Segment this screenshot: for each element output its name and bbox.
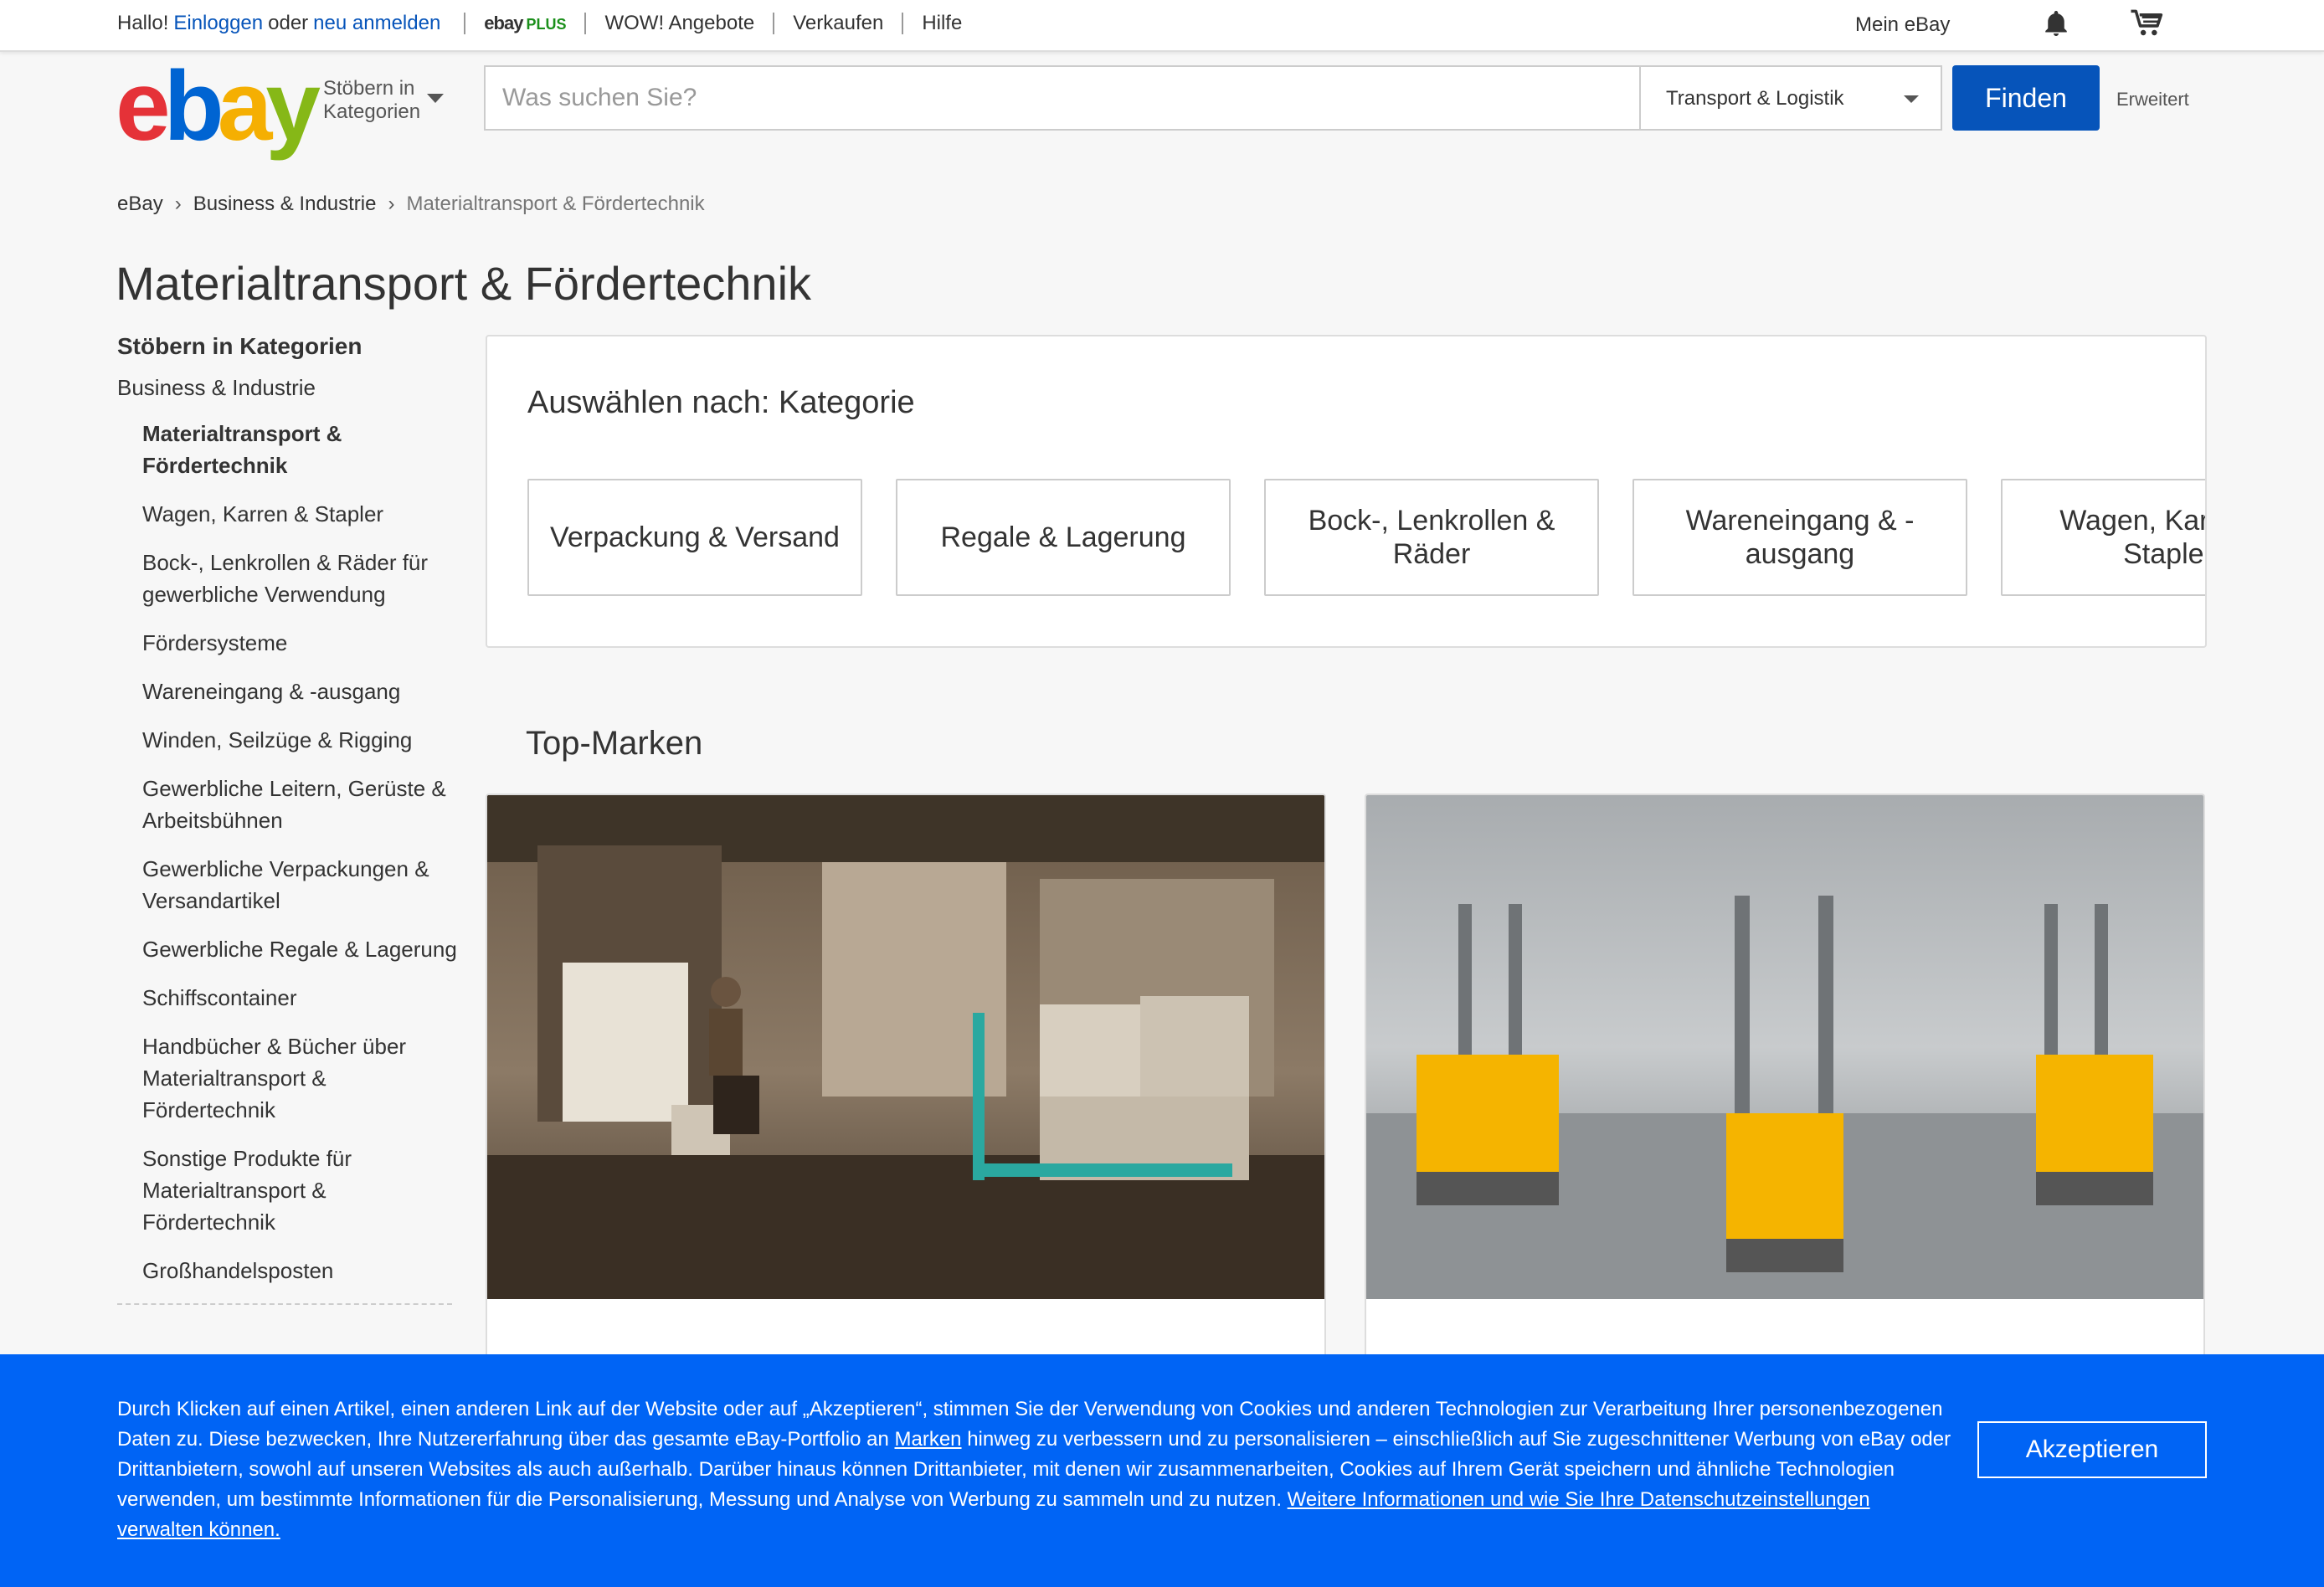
header: ebay Stöbern in Kategorien Transport & L… bbox=[0, 52, 2324, 156]
logo-letter-a: a bbox=[217, 51, 273, 162]
sidebar-divider bbox=[117, 1303, 452, 1305]
category-tile-regale[interactable]: Regale & Lagerung bbox=[896, 479, 1231, 596]
category-tile-wareneingang[interactable]: Wareneingang & -ausgang bbox=[1632, 479, 1967, 596]
sidebar-item-lenkrollen[interactable]: Bock-, Lenkrollen & Räder für gewerblich… bbox=[142, 547, 460, 610]
sidebar-list: Materialtransport & Fördertechnik Wagen,… bbox=[117, 418, 460, 1287]
category-select-value: Transport & Logistik bbox=[1666, 87, 1844, 110]
brand-card-ameise[interactable] bbox=[486, 794, 1326, 1430]
bell-icon[interactable] bbox=[2041, 8, 2071, 39]
search-input[interactable] bbox=[486, 67, 1639, 129]
sidebar-item-grosshandel[interactable]: Großhandelsposten bbox=[142, 1255, 460, 1287]
logo-letter-e: e bbox=[116, 51, 171, 162]
chevron-right-icon: › bbox=[174, 193, 182, 215]
breadcrumb: eBay › Business & Industrie › Materialtr… bbox=[117, 193, 705, 216]
breadcrumb-current: Materialtransport & Fördertechnik bbox=[406, 193, 705, 215]
ebay-plus-brand: ebay bbox=[484, 13, 523, 33]
sidebar-item-sonstige[interactable]: Sonstige Produkte für Materialtransport … bbox=[142, 1143, 460, 1238]
deals-link[interactable]: WOW! Angebote bbox=[604, 12, 754, 35]
find-button[interactable]: Finden bbox=[1952, 65, 2100, 131]
greeting: Hallo! bbox=[117, 12, 169, 34]
separator bbox=[773, 13, 775, 34]
top-bar-left: Hallo! Einloggen oder neu anmelden ebay P… bbox=[117, 12, 962, 35]
brand-card-jungheinrich[interactable] bbox=[1365, 794, 2205, 1430]
my-ebay-link[interactable]: Mein eBay bbox=[1855, 13, 1950, 37]
category-tiles: Verpackung & Versand Regale & Lagerung B… bbox=[527, 479, 2205, 598]
sidebar-item-foerdersysteme[interactable]: Fördersysteme bbox=[142, 627, 460, 659]
sidebar-item-handbuecher[interactable]: Handbücher & Bücher über Materialtranspo… bbox=[142, 1030, 460, 1126]
sidebar-item-schiffscontainer[interactable]: Schiffscontainer bbox=[142, 982, 460, 1014]
browse-categories-button[interactable]: Stöbern in Kategorien bbox=[323, 77, 424, 124]
category-select[interactable]: Transport & Logistik bbox=[1639, 67, 1941, 129]
sidebar-item-verpackungen[interactable]: Gewerbliche Verpackungen & Versandartike… bbox=[142, 853, 460, 917]
logo-letter-b: b bbox=[163, 51, 224, 162]
chevron-right-icon: › bbox=[388, 193, 395, 215]
register-link[interactable]: neu anmelden bbox=[313, 12, 440, 35]
help-link[interactable]: Hilfe bbox=[922, 12, 962, 35]
sidebar-item-regale[interactable]: Gewerbliche Regale & Lagerung bbox=[142, 933, 460, 965]
page-title: Materialtransport & Fördertechnik bbox=[116, 257, 812, 310]
separator bbox=[464, 13, 466, 34]
brands-link[interactable]: Marken bbox=[895, 1428, 962, 1451]
cookie-banner: Durch Klicken auf einen Artikel, einen a… bbox=[0, 1354, 2324, 1587]
chevron-down-icon bbox=[1904, 95, 1919, 103]
sidebar: Stöbern in Kategorien Business & Industr… bbox=[117, 333, 460, 1305]
sidebar-item-wareneingang[interactable]: Wareneingang & -ausgang bbox=[142, 675, 460, 707]
sidebar-item-leitern[interactable]: Gewerbliche Leitern, Gerüste & Arbeitsbü… bbox=[142, 773, 460, 836]
logo-letter-y: y bbox=[265, 51, 321, 162]
ebay-plus-link[interactable]: ebay PLUS bbox=[484, 13, 566, 34]
cookie-text: Durch Klicken auf einen Artikel, einen a… bbox=[117, 1394, 1959, 1545]
search-bar: Transport & Logistik bbox=[484, 65, 1942, 131]
sidebar-heading: Stöbern in Kategorien bbox=[117, 333, 362, 359]
forklift-photo-image bbox=[1366, 795, 2203, 1299]
cart-icon[interactable] bbox=[2130, 8, 2167, 39]
warehouse-photo-image bbox=[487, 795, 1324, 1299]
ebay-logo[interactable]: ebay bbox=[116, 57, 321, 156]
category-selection-box: Auswählen nach: Kategorie Verpackung & V… bbox=[486, 335, 2207, 648]
sidebar-parent-category[interactable]: Business & Industrie bbox=[117, 375, 460, 401]
top-bar: Hallo! Einloggen oder neu anmelden ebay P… bbox=[0, 0, 2324, 52]
or-text: oder bbox=[268, 12, 309, 34]
separator bbox=[902, 13, 904, 34]
top-brands-heading: Top-Marken bbox=[526, 725, 703, 762]
top-bar-right: Mein eBay bbox=[1855, 8, 2324, 42]
sidebar-item-materialtransport: Materialtransport & Fördertechnik bbox=[142, 421, 342, 478]
category-tile-verpackung[interactable]: Verpackung & Versand bbox=[527, 479, 862, 596]
category-tile-wagen[interactable]: Wagen, Karren & Stapler bbox=[2001, 479, 2205, 596]
sidebar-item-wagen[interactable]: Wagen, Karren & Stapler bbox=[142, 498, 460, 530]
sell-link[interactable]: Verkaufen bbox=[793, 12, 883, 35]
signin-link[interactable]: Einloggen bbox=[173, 12, 263, 35]
separator bbox=[584, 13, 587, 34]
advanced-search-link[interactable]: Erweitert bbox=[2116, 89, 2189, 110]
sidebar-item-winden[interactable]: Winden, Seilzüge & Rigging bbox=[142, 724, 460, 756]
breadcrumb-business[interactable]: Business & Industrie bbox=[193, 193, 377, 216]
ebay-plus-label: PLUS bbox=[526, 16, 567, 33]
breadcrumb-ebay[interactable]: eBay bbox=[117, 193, 163, 216]
category-tile-lenkrollen[interactable]: Bock-, Lenkrollen & Räder bbox=[1264, 479, 1599, 596]
category-box-heading: Auswählen nach: Kategorie bbox=[527, 385, 915, 420]
accept-cookies-button[interactable]: Akzeptieren bbox=[1977, 1421, 2207, 1478]
chevron-down-icon[interactable] bbox=[427, 94, 444, 103]
